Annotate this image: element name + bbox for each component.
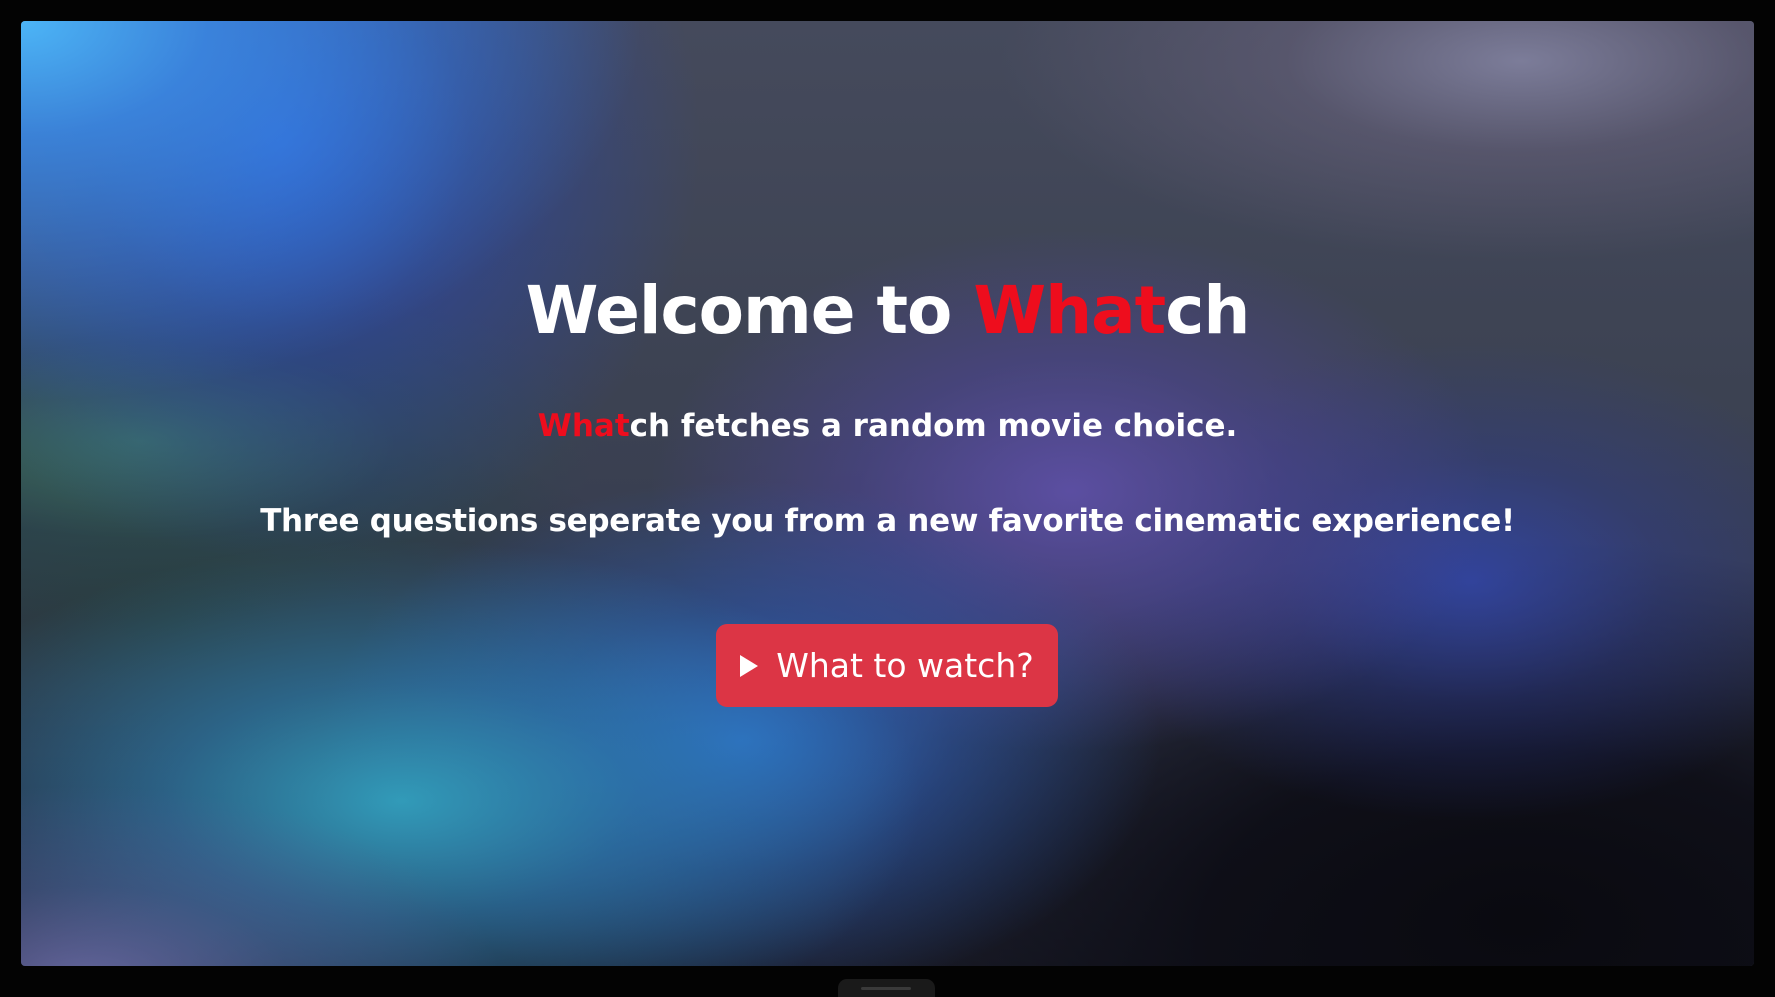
play-icon [740,654,759,677]
what-to-watch-button[interactable]: What to watch? [716,624,1058,707]
monitor-frame: Welcome to Whatch Whatch fetches a rando… [0,0,1775,997]
tagline: Whatch fetches a random movie choice. [21,406,1754,446]
screen: Welcome to Whatch Whatch fetches a rando… [21,21,1754,966]
monitor-stand [838,979,935,997]
tagline-text: ch fetches a random movie choice. [629,408,1238,444]
monitor-stand-indicator [861,987,911,990]
landing-hero: Welcome to Whatch Whatch fetches a rando… [21,21,1754,966]
brand-highlight: What [973,272,1166,349]
what-to-watch-label: What to watch? [776,646,1034,685]
title-prefix: Welcome to [525,272,974,349]
brand-suffix: ch [1165,272,1250,349]
page-title: Welcome to Whatch [21,271,1754,351]
tagline-brand-highlight: What [537,408,630,444]
subline: Three questions seperate you from a new … [260,503,1515,539]
